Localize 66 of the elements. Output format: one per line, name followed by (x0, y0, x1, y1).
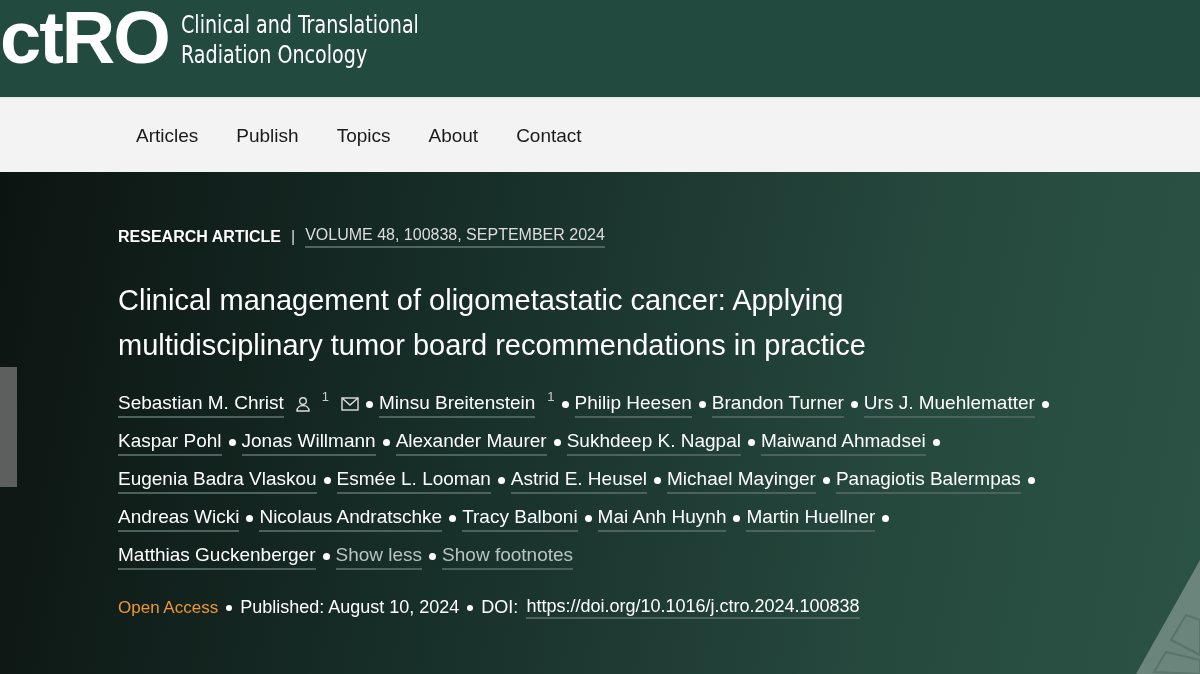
footnote-mark[interactable]: 1 (547, 390, 555, 404)
journal-logo[interactable]: ctRO (0, 0, 169, 75)
author-link[interactable]: Nicolaus Andratschke (259, 504, 443, 532)
separator-dot (882, 514, 890, 522)
footnote-mark[interactable]: 1 (321, 390, 330, 404)
author-link[interactable]: Tracy Balboni (462, 504, 578, 532)
separator-dot (561, 400, 569, 408)
nav-link[interactable]: Publish (236, 124, 299, 147)
author-link[interactable]: Minsu Breitenstein (379, 390, 536, 418)
published-date: Published: August 10, 2024 (240, 597, 460, 618)
author-link[interactable]: Eugenia Badra Vlaskou (118, 466, 317, 494)
author-link[interactable]: Philip Heesen (574, 390, 692, 418)
nav-link[interactable]: Articles (136, 124, 199, 147)
doi-link[interactable]: https://doi.org/10.1016/j.ctro.2024.100838 (526, 596, 860, 619)
separator-dot (850, 400, 858, 408)
separator-dot (467, 604, 474, 611)
author-link[interactable]: Martin Huellner (746, 504, 876, 532)
separator-dot (429, 552, 437, 560)
separator-dot (323, 476, 331, 484)
nav-link[interactable]: Topics (336, 124, 391, 147)
doi-label: DOI: (481, 597, 519, 618)
separator: | (290, 228, 296, 246)
author-link[interactable]: Andreas Wicki (118, 504, 240, 532)
author-link[interactable]: Maiwand Ahmadsei (760, 428, 926, 456)
citation-link[interactable]: VOLUME 48, 100838, SEPTEMBER 2024 (305, 226, 605, 248)
author-link[interactable]: Astrid E. Heusel (510, 466, 648, 494)
separator-dot (822, 476, 830, 484)
toggle-link[interactable]: Show less (335, 542, 423, 570)
separator-dot (228, 438, 236, 446)
author-link[interactable]: Sebastian M. Christ (118, 390, 284, 418)
author-link[interactable]: Matthias Guckenberger (118, 542, 316, 570)
person-icon[interactable] (295, 396, 310, 412)
article-type: RESEARCH ARTICLE (118, 228, 281, 246)
separator-dot (1027, 476, 1035, 484)
separator-dot (382, 438, 390, 446)
access-label: Open Access (118, 597, 219, 618)
author-link[interactable]: Urs J. Muehlematter (863, 390, 1035, 418)
toggle-link[interactable]: Show footnotes (442, 542, 574, 570)
author-link[interactable]: Michael Mayinger (667, 466, 816, 494)
article-title: Clinical management of oligometastatic cancer: Applying multidisciplinary tumor board recommendations in practice (118, 283, 867, 363)
separator-dot (497, 476, 505, 484)
separator-dot (698, 400, 706, 408)
journal-name: Clinical and Translational Radiation Oncology (180, 9, 419, 70)
separator-dot (226, 604, 233, 611)
separator-dot (366, 400, 374, 408)
author-link[interactable]: Esmée L. Looman (336, 466, 491, 494)
nav-link[interactable]: About (428, 124, 479, 147)
author-link[interactable]: Brandon Turner (711, 390, 844, 418)
nav-link[interactable]: Contact (516, 124, 582, 147)
separator-dot (932, 438, 940, 446)
author-link[interactable]: Alexander Maurer (395, 428, 547, 456)
separator-dot (584, 514, 592, 522)
separator-dot (654, 476, 662, 484)
separator-dot (747, 438, 755, 446)
author-link[interactable]: Jonas Willmann (241, 428, 376, 456)
separator-dot (449, 514, 457, 522)
mail-icon[interactable] (341, 397, 360, 411)
author-link[interactable]: Panagiotis Balermpas (835, 466, 1021, 494)
author-link[interactable]: Mai Anh Huynh (597, 504, 727, 532)
separator-dot (246, 514, 254, 522)
separator-dot (1041, 400, 1049, 408)
author-link[interactable]: Kaspar Pohl (118, 428, 222, 456)
author-link[interactable]: Sukhdeep K. Nagpal (566, 428, 741, 456)
separator-dot (322, 552, 330, 560)
separator-dot (733, 514, 741, 522)
separator-dot (553, 438, 561, 446)
